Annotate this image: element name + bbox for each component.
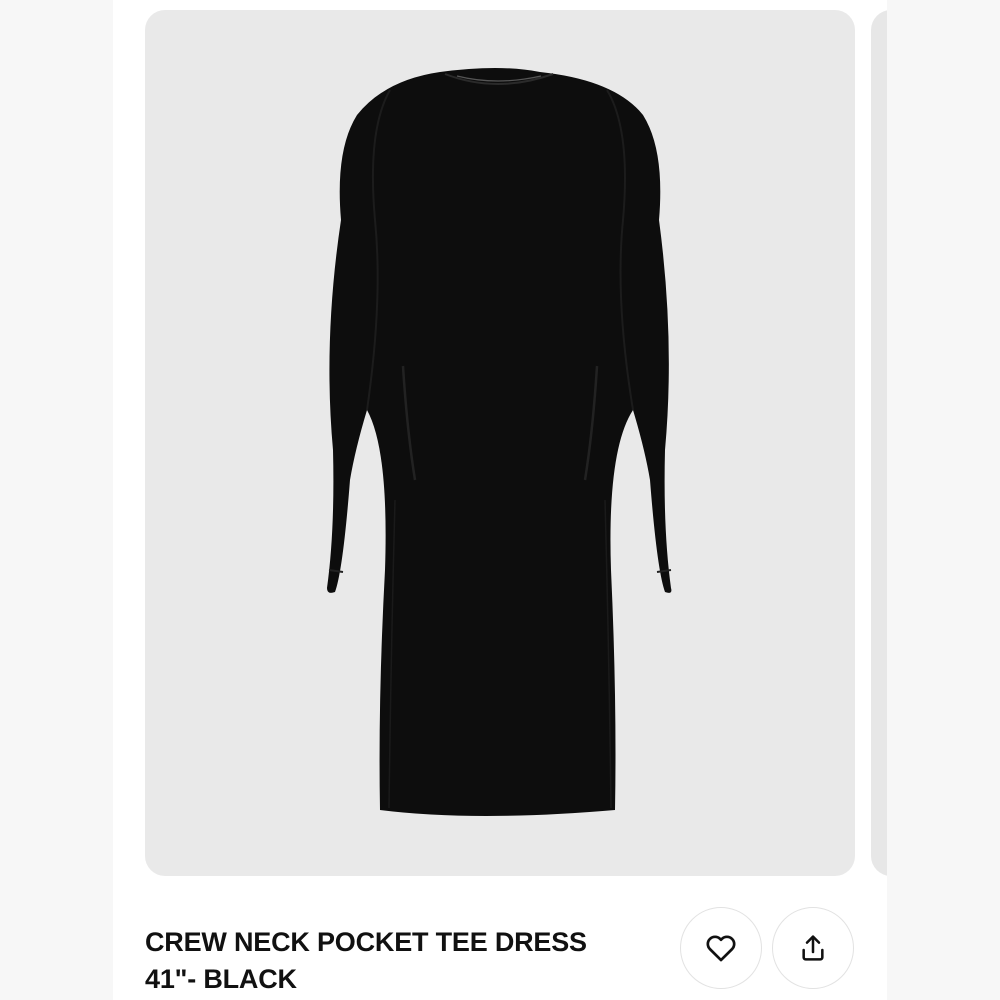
heart-icon [706,935,736,962]
next-image-card-peek[interactable] [871,10,887,876]
left-gutter [0,0,113,1000]
product-image-dress [327,68,672,816]
share-upload-icon [802,935,824,961]
right-gutter [887,0,1000,1000]
dress-body [327,68,672,816]
product-content: CREW NECK POCKET TEE DRESS 41"- BLACK [113,0,887,1000]
image-carousel[interactable] [145,10,887,876]
share-button[interactable] [772,907,854,989]
product-title: CREW NECK POCKET TEE DRESS 41"- BLACK [145,927,587,994]
favorite-button[interactable] [680,907,762,989]
product-image-card[interactable] [145,10,855,876]
product-screen: CREW NECK POCKET TEE DRESS 41"- BLACK [0,0,1000,1000]
